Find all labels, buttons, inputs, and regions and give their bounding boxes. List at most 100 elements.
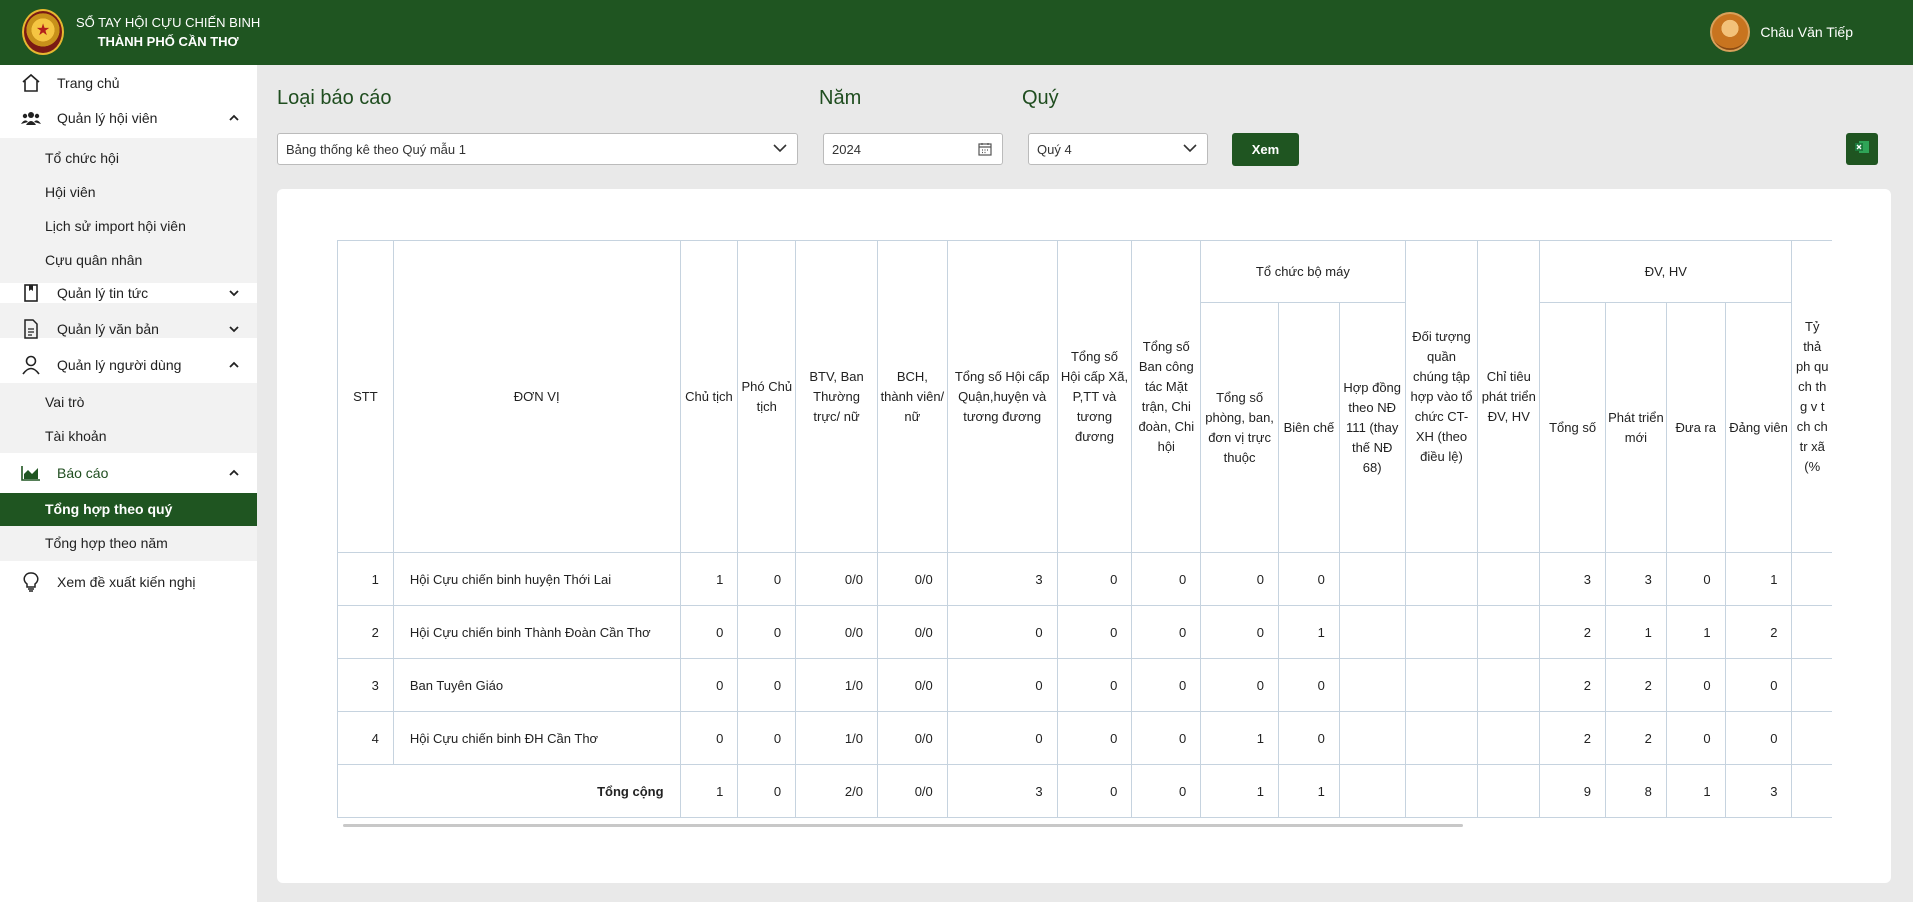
- quarter-select[interactable]: Quý 4: [1028, 133, 1208, 165]
- cell-mass: [1404, 552, 1479, 606]
- cell-chairman: 0: [679, 605, 739, 659]
- report-table-scroll[interactable]: STT ĐƠN VỊ Chủ tịch Phó Chủ tịch BTV, Ba…: [337, 240, 1832, 836]
- cell-ratio: [1791, 552, 1832, 606]
- year-label: Năm: [819, 87, 862, 109]
- sidebar-item-import-history[interactable]: Lịch sử import hội viên: [45, 218, 186, 234]
- th-dev-target: Chỉ tiêu phát triển ĐV, HV: [1477, 240, 1541, 553]
- cell-front: 0: [1131, 605, 1202, 659]
- report-type-label: Loại báo cáo: [277, 87, 392, 109]
- cell-bch: 0/0: [876, 605, 948, 659]
- home-icon: [20, 72, 42, 94]
- sidebar-item-accounts[interactable]: Tài khoản: [45, 428, 106, 444]
- avatar[interactable]: [1710, 12, 1751, 52]
- cell-party: 0: [1724, 711, 1793, 765]
- sidebar: Trang chủ Quản lý hội viên Tổ chức hội H…: [0, 65, 257, 902]
- chevron-down-icon: [1183, 141, 1197, 155]
- document-icon: [20, 318, 42, 340]
- cell-stt: 3: [337, 658, 394, 712]
- cell-staff: 1: [1277, 764, 1340, 818]
- chevron-up-icon: [229, 358, 239, 372]
- cell-staff: 0: [1277, 658, 1340, 712]
- table-row: 1 Hội Cựu chiến binh huyện Thới Lai 1 0 …: [337, 552, 1832, 606]
- sidebar-item-organizations[interactable]: Tổ chức hội: [45, 150, 119, 166]
- cell-district: 0: [946, 658, 1058, 712]
- cell-ward: 0: [1056, 605, 1133, 659]
- cell-dev: [1477, 711, 1541, 765]
- cell-new: 2: [1605, 711, 1667, 765]
- sidebar-item-news[interactable]: Quản lý tin tức: [0, 283, 257, 303]
- reports-submenu: Tổng hợp theo quý Tổng hợp theo năm: [0, 493, 257, 561]
- chevron-down-icon: [773, 141, 787, 155]
- cell-vice: 0: [737, 764, 797, 818]
- sidebar-item-quarterly-summary[interactable]: Tổng hợp theo quý: [0, 493, 257, 526]
- brand-title: SỔ TAY HỘI CỰU CHIẾN BINH THÀNH PHỐ CẦN …: [76, 13, 260, 51]
- cell-depts: 0: [1200, 658, 1279, 712]
- sidebar-item-members-list[interactable]: Hội viên: [45, 184, 96, 200]
- sidebar-item-members[interactable]: Quản lý hội viên: [0, 108, 257, 128]
- cell-district: 3: [946, 552, 1058, 606]
- sidebar-item-label: Báo cáo: [57, 465, 109, 481]
- th-dvhv-total: Tổng số: [1539, 302, 1607, 553]
- quarter-label: Quý: [1022, 87, 1059, 109]
- th-dvhv-new: Phát triển mới: [1605, 302, 1667, 553]
- cell-stt: 2: [337, 605, 394, 659]
- sidebar-item-suggestions[interactable]: Xem đề xuất kiến nghị: [0, 572, 257, 592]
- cell-dev: [1477, 658, 1541, 712]
- cell-staff: 0: [1277, 552, 1340, 606]
- table-row: 3 Ban Tuyên Giáo 0 0 1/0 0/0 0 0 0 0 0 2…: [337, 658, 1832, 712]
- cell-total: 2: [1539, 658, 1607, 712]
- table-row: 4 Hội Cựu chiến binh ĐH Cần Thơ 0 0 1/0 …: [337, 711, 1832, 765]
- cell-new: 3: [1605, 552, 1667, 606]
- brand-line-1: SỔ TAY HỘI CỰU CHIẾN BINH: [76, 15, 261, 30]
- cell-staff: 0: [1277, 711, 1340, 765]
- cell-contracts: [1338, 658, 1406, 712]
- sidebar-item-former-soldiers[interactable]: Cựu quân nhân: [45, 252, 142, 268]
- th-vice-chairman: Phó Chủ tịch: [737, 240, 797, 553]
- cell-new: 2: [1605, 658, 1667, 712]
- th-bch: BCH, thành viên/ nữ: [876, 240, 948, 553]
- sidebar-item-home[interactable]: Trang chủ: [0, 73, 257, 93]
- cell-stt: 1: [337, 552, 394, 606]
- chevron-up-icon: [229, 466, 239, 480]
- cell-out: 1: [1665, 605, 1726, 659]
- sidebar-item-reports[interactable]: Báo cáo: [0, 463, 257, 483]
- th-unit: ĐƠN VỊ: [392, 240, 681, 553]
- cell-btv: 0/0: [795, 552, 878, 606]
- calendar-icon[interactable]: [978, 142, 992, 156]
- chevron-down-icon: [229, 322, 239, 336]
- report-type-select[interactable]: Bảng thống kê theo Quý mẫu 1: [277, 133, 798, 165]
- cell-total: 2: [1539, 711, 1607, 765]
- export-excel-button[interactable]: [1846, 133, 1878, 165]
- th-org-staff: Biên chế: [1277, 302, 1340, 553]
- th-org-contracts: Hợp đồng theo NĐ 111 (thay thế NĐ 68): [1338, 302, 1406, 553]
- cell-btv: 0/0: [795, 605, 878, 659]
- sidebar-item-label: Xem đề xuất kiến nghị: [57, 574, 196, 590]
- cell-party: 2: [1724, 605, 1793, 659]
- cell-ward: 0: [1056, 711, 1133, 765]
- sidebar-item-user-management[interactable]: Quản lý người dùng: [0, 355, 257, 375]
- sidebar-item-label: Quản lý tin tức: [57, 285, 149, 301]
- cell-contracts: [1338, 552, 1406, 606]
- cell-vice: 0: [737, 605, 797, 659]
- cell-depts: 1: [1200, 764, 1279, 818]
- horizontal-scrollbar[interactable]: [343, 824, 1463, 827]
- cell-total-label: Tổng cộng: [337, 764, 681, 818]
- sidebar-item-roles[interactable]: Vai trò: [45, 394, 84, 410]
- th-ratio: Tỷ thả ph qu ch th g v t ch ch tr xã (%: [1791, 240, 1832, 553]
- th-mass-targets: Đối tượng quần chúng tập hợp vào tổ chức…: [1404, 240, 1479, 553]
- user-menu[interactable]: Châu Văn Tiếp: [1710, 10, 1853, 54]
- view-button[interactable]: Xem: [1232, 133, 1299, 166]
- brand-line-2: THÀNH PHỐ CẦN THƠ: [97, 34, 239, 49]
- year-picker[interactable]: 2024: [823, 133, 1003, 165]
- sidebar-item-yearly-summary[interactable]: Tổng hợp theo năm: [45, 535, 168, 551]
- cell-unit: Hội Cựu chiến binh ĐH Cần Thơ: [392, 711, 681, 765]
- user-name: Châu Văn Tiếp: [1760, 24, 1853, 40]
- cell-ward: 0: [1056, 658, 1133, 712]
- report-type-value: Bảng thống kê theo Quý mẫu 1: [286, 141, 466, 157]
- cell-vice: 0: [737, 658, 797, 712]
- th-dvhv-group: ĐV, HV: [1539, 240, 1793, 303]
- sidebar-item-documents[interactable]: Quản lý văn bản: [0, 319, 257, 339]
- veterans-logo-icon[interactable]: [22, 9, 64, 55]
- excel-icon: [1854, 139, 1870, 160]
- th-btv: BTV, Ban Thường trực/ nữ: [795, 240, 878, 553]
